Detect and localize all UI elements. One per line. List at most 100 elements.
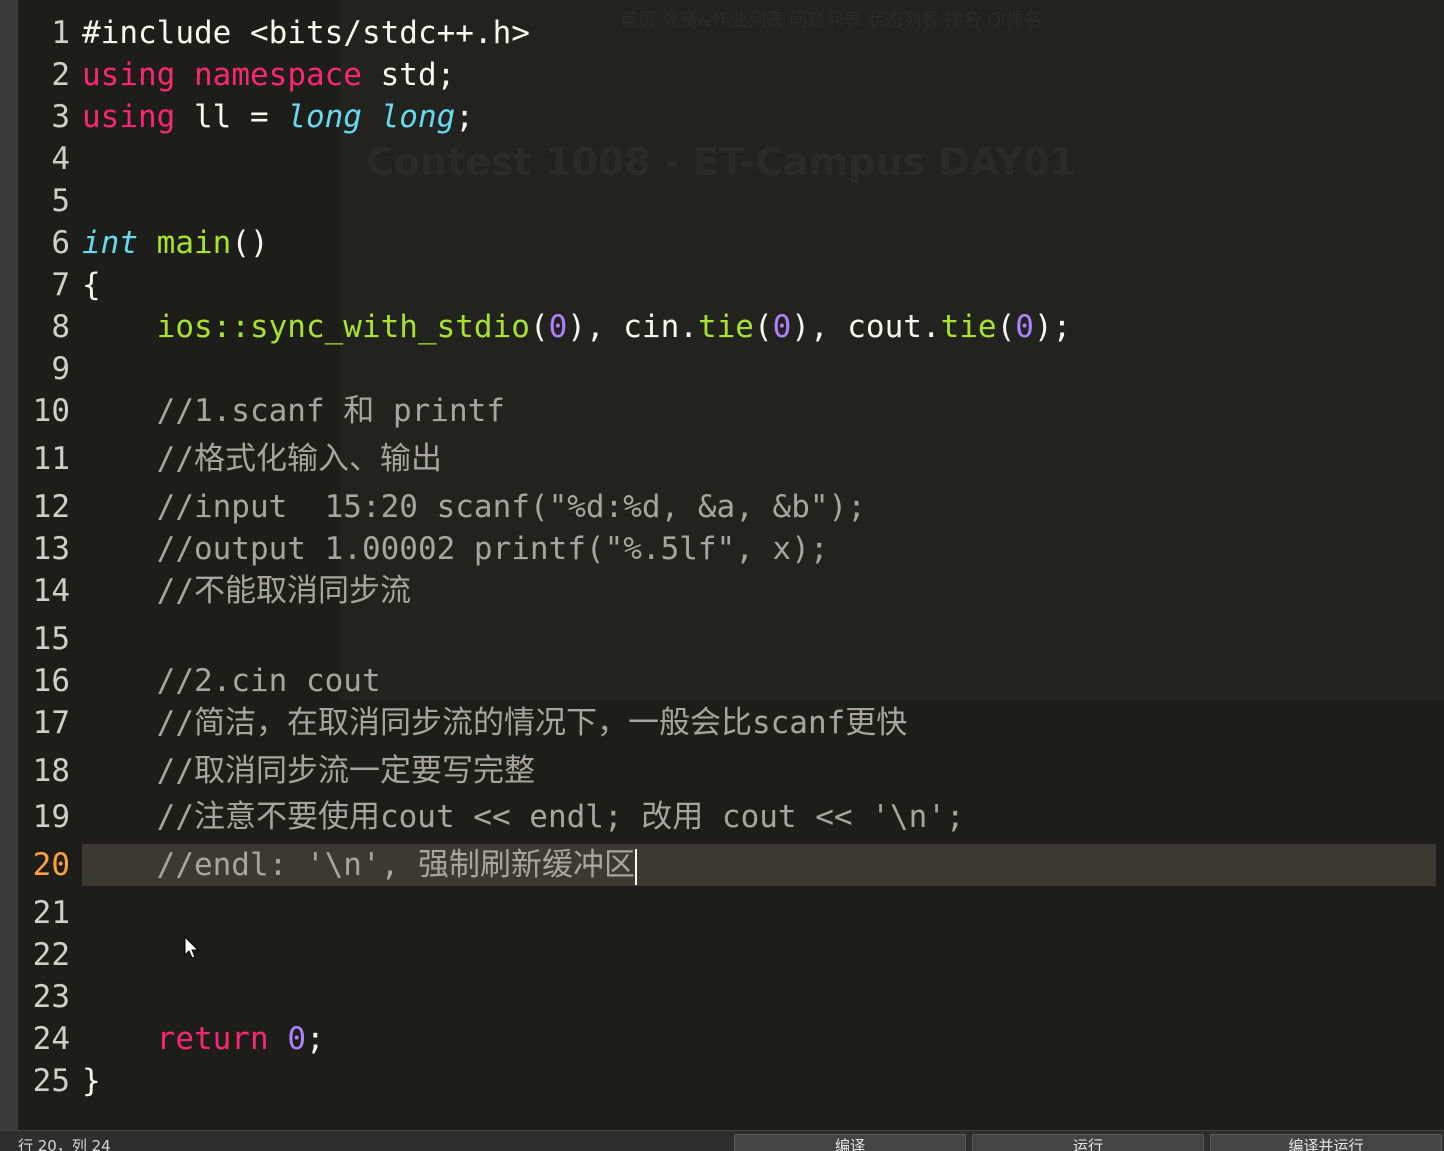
code-line[interactable]: 14 //不能取消同步流 — [18, 570, 1438, 612]
code-token: 0 — [1015, 309, 1034, 345]
code-token: //1.scanf 和 printf — [82, 393, 505, 429]
code-line[interactable]: 12 //input 15:20 scanf("%d:%d, &a, &b"); — [18, 486, 1438, 528]
code-token: //2.cin cout — [82, 663, 381, 699]
line-number: 9 — [51, 351, 70, 387]
code-line[interactable]: 5 — [18, 180, 1438, 222]
code-token: } — [82, 1063, 101, 1099]
code-token: //input 15:20 scanf("%d:%d, &a, &b"); — [82, 489, 866, 525]
code-text: //注意不要使用cout << endl; 改用 cout << '\n'; — [82, 796, 965, 838]
code-text: //格式化输入、输出 — [82, 438, 442, 480]
code-token: return — [156, 1021, 269, 1057]
code-token: //output 1.00002 printf("%.5lf", x); — [82, 531, 829, 567]
code-token: //取消同步流一定要写完整 — [82, 753, 535, 789]
code-line[interactable]: 17 //简洁，在取消同步流的情况下，一般会比scanf更快 — [18, 702, 1438, 744]
code-text: //input 15:20 scanf("%d:%d, &a, &b"); — [82, 486, 866, 528]
code-text: //output 1.00002 printf("%.5lf", x); — [82, 528, 829, 570]
code-token: () — [231, 225, 269, 261]
code-token: main — [156, 225, 232, 261]
line-number: 21 — [32, 895, 70, 931]
code-text: return 0; — [82, 1018, 325, 1060]
code-token: { — [82, 267, 101, 303]
code-line[interactable]: 3 using ll = long long; — [18, 96, 1438, 138]
code-token: //格式化输入、输出 — [82, 441, 442, 477]
code-line[interactable]: 18 //取消同步流一定要写完整 — [18, 750, 1438, 792]
code-text: using ll = long long; — [82, 96, 474, 138]
code-line[interactable]: 21 — [18, 892, 1438, 934]
line-number: 3 — [51, 99, 70, 135]
code-line[interactable]: 10 //1.scanf 和 printf — [18, 390, 1438, 432]
code-token: 0 — [548, 309, 568, 345]
line-number: 10 — [32, 393, 70, 429]
code-line[interactable]: 7{ — [18, 264, 1438, 306]
code-token: 0 — [772, 309, 792, 345]
line-number: 25 — [32, 1063, 70, 1099]
code-text: //取消同步流一定要写完整 — [82, 750, 535, 792]
code-editor-window: 首页 竞赛&作业列表 问题列表 状态列表 排名 OI排名 Contest 100… — [0, 0, 1444, 1151]
code-line[interactable]: 20 //endl: '\n', 强制刷新缓冲区 — [18, 844, 1438, 886]
code-text: //不能取消同步流 — [82, 570, 411, 612]
code-token: //endl: '\n', 强制刷新缓冲区 — [82, 847, 635, 883]
line-number: 11 — [32, 441, 70, 477]
code-line[interactable]: 6 int main() — [18, 222, 1438, 264]
code-line[interactable]: 4 — [18, 138, 1438, 180]
code-text: int main() — [82, 222, 269, 264]
code-token: long — [380, 99, 456, 135]
code-line[interactable]: 24 return 0; — [18, 1018, 1438, 1060]
compile-and-run-button[interactable]: 编译并运行 — [1210, 1134, 1442, 1151]
code-token: long — [287, 99, 362, 135]
mouse-pointer-icon — [184, 936, 200, 959]
code-text: //简洁，在取消同步流的情况下，一般会比scanf更快 — [82, 702, 908, 744]
code-line[interactable]: 15 — [18, 618, 1438, 660]
code-text: //2.cin cout — [82, 660, 381, 702]
code-line[interactable]: 11 //格式化输入、输出 — [18, 438, 1438, 480]
code-line[interactable]: 8 ios::sync_with_stdio(0), cin.tie(0), c… — [18, 306, 1438, 348]
code-line[interactable]: 1 #include <bits/stdc++.h> — [18, 12, 1438, 54]
code-line[interactable]: 22 — [18, 934, 1438, 976]
code-token: using — [82, 99, 176, 135]
code-token: 0 — [287, 1021, 306, 1057]
code-token: #include <bits/stdc++.h> — [82, 15, 530, 51]
line-number: 16 — [32, 663, 70, 699]
code-token: //简洁，在取消同步流的情况下，一般会比scanf更快 — [82, 705, 908, 741]
code-token: //注意不要使用cout << endl; 改用 cout << '\n'; — [82, 799, 965, 835]
line-number: 13 — [32, 531, 70, 567]
code-token: ), cin. — [567, 309, 698, 345]
code-editor[interactable]: 1 #include <bits/stdc++.h> 2 using namespac… — [18, 12, 1444, 1130]
code-line[interactable]: 25} — [18, 1060, 1438, 1102]
code-token: //不能取消同步流 — [82, 573, 411, 609]
line-number: 15 — [32, 621, 70, 657]
line-number: 1 — [51, 15, 70, 51]
run-button[interactable]: 运行 — [972, 1134, 1204, 1151]
code-line[interactable]: 19 //注意不要使用cout << endl; 改用 cout << '\n'… — [18, 796, 1438, 838]
code-token: ( — [996, 309, 1016, 345]
left-border — [0, 0, 18, 1151]
code-text: ios::sync_with_stdio(0), cin.tie(0), cou… — [82, 306, 1072, 348]
code-text: //endl: '\n', 强制刷新缓冲区 — [82, 844, 637, 886]
code-line[interactable]: 9 — [18, 348, 1438, 390]
code-token: ll = — [175, 99, 288, 135]
line-number: 2 — [51, 57, 70, 93]
code-token: ios::sync_with_stdio — [156, 309, 530, 345]
code-token: ( — [529, 309, 549, 345]
line-number: 12 — [32, 489, 70, 525]
code-token: std; — [361, 57, 456, 93]
code-line[interactable]: 16 //2.cin cout — [18, 660, 1438, 702]
code-text: #include <bits/stdc++.h> — [82, 12, 530, 54]
line-number: 5 — [51, 183, 70, 219]
line-number: 22 — [32, 937, 70, 973]
code-line[interactable]: 13 //output 1.00002 printf("%.5lf", x); — [18, 528, 1438, 570]
code-line[interactable]: 23 — [18, 976, 1438, 1018]
line-number: 19 — [32, 799, 70, 835]
code-token: int — [82, 225, 138, 261]
line-number: 7 — [51, 267, 70, 303]
line-number: 8 — [51, 309, 70, 345]
code-line[interactable]: 2 using namespace std; — [18, 54, 1438, 96]
compile-button[interactable]: 编译 — [734, 1134, 966, 1151]
code-token: ); — [1033, 309, 1072, 345]
status-bar: 行 20，列 24 编译 运行 编译并运行 — [0, 1130, 1444, 1151]
line-number: 24 — [32, 1021, 70, 1057]
code-token: ), cout. — [791, 309, 941, 345]
code-token: tie — [940, 309, 997, 345]
